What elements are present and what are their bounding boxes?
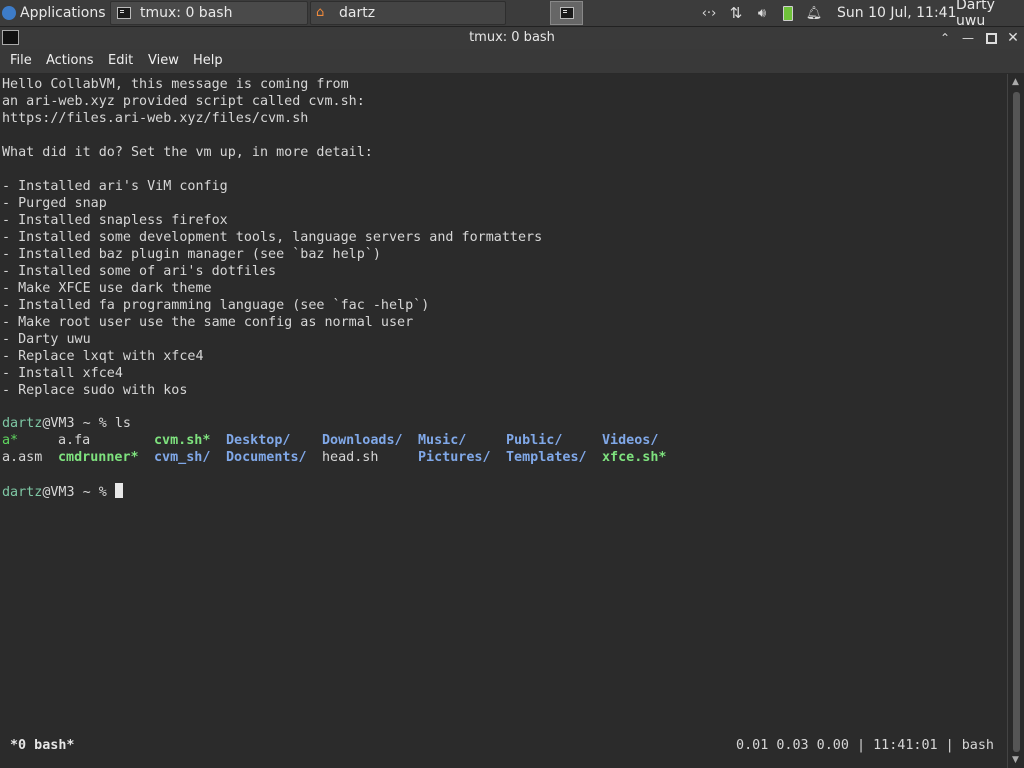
menu-file[interactable]: File: [10, 53, 32, 68]
terminal-output-line: - Installed baz plugin manager (see `baz…: [2, 247, 381, 262]
terminal-output-line: - Installed snapless firefox: [2, 213, 228, 228]
minimize-button[interactable]: —: [959, 29, 977, 47]
network-updown-icon[interactable]: ⇅: [725, 0, 747, 26]
scrollbar-thumb[interactable]: [1013, 92, 1020, 752]
user-menu[interactable]: Darty uwu: [956, 0, 1024, 29]
prompt-line-current: dartz@VM3 ~ %: [2, 483, 123, 500]
terminal-output-line: - Install xfce4: [2, 366, 123, 381]
terminal-output-line: - Installed some of ari's dotfiles: [2, 264, 277, 279]
close-button[interactable]: ✕: [1004, 29, 1022, 47]
network-arrows-icon[interactable]: ‹·›: [698, 0, 720, 26]
prompt-user: dartz: [2, 485, 43, 500]
terminal-output-line: - Installed ari's ViM config: [2, 179, 228, 194]
ls-entry: Pictures/: [418, 450, 491, 465]
ls-entry: Downloads/: [322, 433, 403, 448]
terminal-icon: [117, 7, 131, 19]
ls-entry: xfce.sh*: [602, 450, 667, 465]
ls-entry: Desktop/: [226, 433, 291, 448]
text-cursor: [114, 483, 123, 498]
ls-entry: Public/: [506, 433, 563, 448]
maximize-button[interactable]: [982, 29, 1000, 47]
terminal-output-line: - Make root user use the same config as …: [2, 315, 414, 330]
terminal-output-line: - Replace lxqt with xfce4: [2, 349, 204, 364]
ls-entry: Music/: [418, 433, 467, 448]
ls-entry: head.sh: [322, 450, 379, 465]
maximize-icon: [985, 32, 997, 44]
terminal-output-line: - Darty uwu: [2, 332, 91, 347]
prompt-host: @VM3 ~ %: [42, 485, 115, 500]
command-text: ls: [114, 416, 131, 431]
task-tmux[interactable]: tmux: 0 bash: [110, 1, 308, 25]
terminal-scrollbar[interactable]: ▲ ▼: [1007, 74, 1024, 768]
workspace-switcher[interactable]: [550, 1, 583, 25]
window-title: tmux: 0 bash: [469, 30, 555, 45]
minimize-icon: —: [962, 31, 974, 45]
menu-actions[interactable]: Actions: [46, 53, 94, 68]
close-icon: ✕: [1007, 30, 1019, 46]
volume-icon[interactable]: 🔊︎: [751, 0, 773, 26]
scroll-up-icon[interactable]: ▲: [1012, 77, 1019, 87]
menubar: File Actions Edit View Help: [0, 49, 1024, 74]
task-dartz[interactable]: ⌂ dartz: [310, 1, 506, 25]
menu-help[interactable]: Help: [193, 53, 223, 68]
terminal-output-line: an ari-web.xyz provided script called cv…: [2, 94, 365, 109]
top-panel: Applications tmux: 0 bash ⌂ dartz ‹·› ⇅ …: [0, 0, 1024, 29]
ls-entry: Documents/: [226, 450, 307, 465]
terminal-output-line: - Installed some development tools, lang…: [2, 230, 543, 245]
tmux-status-right: 0.01 0.03 0.00 | 11:41:01 | bash: [736, 738, 994, 753]
menu-view[interactable]: View: [148, 53, 179, 68]
task-tmux-label: tmux: 0 bash: [140, 5, 233, 21]
clock[interactable]: Sun 10 Jul, 11:41: [837, 0, 957, 26]
task-dartz-label: dartz: [339, 5, 376, 21]
menu-edit[interactable]: Edit: [108, 53, 133, 68]
ls-entry: a.fa: [58, 433, 91, 448]
chevron-up-icon: ⌃: [939, 31, 951, 45]
terminal-output-line: - Make XFCE use dark theme: [2, 281, 212, 296]
terminal-output-line: Hello CollabVM, this message is coming f…: [2, 77, 349, 92]
prompt-host: @VM3 ~ %: [42, 416, 115, 431]
terminal-output-line: https://files.ari-web.xyz/files/cvm.sh: [2, 111, 309, 126]
xfce-logo-icon: [2, 6, 16, 20]
prompt-user: dartz: [2, 416, 43, 431]
ls-entry: cvm.sh*: [154, 433, 211, 448]
terminal-output-line: - Installed fa programming language (see…: [2, 298, 430, 313]
ls-entry: cmdrunner*: [58, 450, 139, 465]
window-titlebar[interactable]: tmux: 0 bash ⌃ — ✕: [0, 27, 1024, 49]
terminal-area[interactable]: Hello CollabVM, this message is coming f…: [0, 74, 1007, 768]
applications-label: Applications: [20, 5, 106, 21]
shade-button[interactable]: ⌃: [936, 29, 954, 47]
terminal-output-line: - Replace sudo with kos: [2, 383, 188, 398]
applications-menu[interactable]: Applications: [2, 0, 106, 26]
ls-entry: Videos/: [602, 433, 659, 448]
terminal-output-line: What did it do? Set the vm up, in more d…: [2, 145, 373, 160]
battery-icon[interactable]: [778, 0, 798, 26]
ls-entry: Templates/: [506, 450, 587, 465]
ls-entry: cvm_sh/: [154, 450, 211, 465]
terminal-output-line: - Purged snap: [2, 196, 107, 211]
notification-bell-icon[interactable]: 🔔︎: [803, 0, 825, 26]
scroll-down-icon[interactable]: ▼: [1012, 755, 1019, 765]
terminal-icon: [559, 7, 574, 19]
prompt-line-ls: dartz@VM3 ~ % ls: [2, 415, 131, 432]
ls-entry: a*: [2, 433, 19, 448]
home-folder-icon: ⌂: [316, 5, 325, 20]
ls-entry: a.asm: [2, 450, 43, 465]
tmux-window-label: *0 bash*: [10, 738, 75, 753]
